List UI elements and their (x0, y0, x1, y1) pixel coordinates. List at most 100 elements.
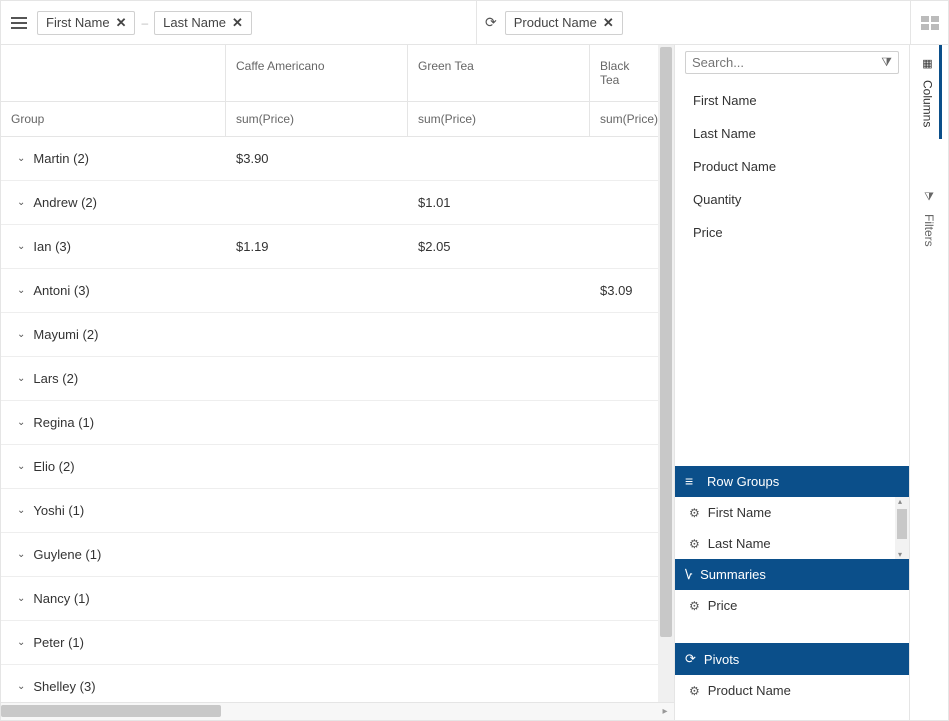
group-cell[interactable]: ⌄Shelley (3) (1, 679, 226, 694)
table-row[interactable]: ⌄Yoshi (1) (1, 489, 674, 533)
tab-filters[interactable]: ⧩ Filters (918, 179, 940, 259)
toolbar-apps-button[interactable] (910, 1, 948, 44)
scrollbar-thumb[interactable] (1, 705, 221, 717)
group-cell[interactable]: ⌄Antoni (3) (1, 283, 226, 298)
chevron-down-icon: ⌄ (17, 197, 25, 208)
data-cell: $2.05 (408, 239, 590, 254)
pivots-icon (685, 651, 696, 667)
group-label: Elio (2) (33, 459, 74, 474)
row-group-item[interactable]: ⚙Last Name (675, 528, 909, 559)
group-cell[interactable]: ⌄Nancy (1) (1, 591, 226, 606)
chevron-down-icon: ⌄ (17, 505, 25, 516)
table-row[interactable]: ⌄Lars (2) (1, 357, 674, 401)
row-groups-section-header[interactable]: Row Groups (675, 466, 909, 497)
grid-body[interactable]: ⌄Martin (2)$3.90⌄Andrew (2)$1.01⌄Ian (3)… (1, 137, 674, 702)
row-group-item[interactable]: ⚙First Name (675, 497, 909, 528)
chevron-down-icon: ⌄ (17, 153, 25, 164)
table-row[interactable]: ⌄Regina (1) (1, 401, 674, 445)
group-column-header[interactable] (1, 45, 226, 101)
close-icon[interactable]: ✕ (116, 15, 127, 31)
pivots-section-header[interactable]: Pivots (675, 643, 909, 675)
table-row[interactable]: ⌄Shelley (3) (1, 665, 674, 702)
available-columns-list: First NameLast NameProduct NameQuantityP… (675, 80, 909, 253)
horizontal-scrollbar[interactable]: ◂ ▸ (1, 702, 674, 720)
close-icon[interactable]: ✕ (232, 15, 243, 31)
group-chip-last-name[interactable]: Last Name ✕ (154, 11, 252, 35)
filter-icon[interactable]: ⧩ (881, 55, 892, 70)
column-headers-row: Caffe Americano Green Tea Black Tea (1, 45, 674, 102)
group-cell[interactable]: ⌄Yoshi (1) (1, 503, 226, 518)
chip-label: Product Name (514, 15, 597, 30)
table-row[interactable]: ⌄Nancy (1) (1, 577, 674, 621)
chip-label: First Name (46, 15, 110, 30)
chip-separator: – (141, 16, 148, 30)
group-cell[interactable]: ⌄Regina (1) (1, 415, 226, 430)
group-cell[interactable]: ⌄Martin (2) (1, 151, 226, 166)
group-label: Antoni (3) (33, 283, 89, 298)
summaries-section-header[interactable]: Summaries (675, 559, 909, 590)
column-header[interactable]: Black Tea (590, 45, 660, 101)
data-cell: $3.09 (590, 283, 660, 298)
group-label: Andrew (2) (33, 195, 97, 210)
gear-icon: ⚙ (689, 684, 700, 698)
group-label: Peter (1) (33, 635, 84, 650)
column-list-item[interactable]: Price (675, 216, 909, 249)
group-header-label: Group (1, 102, 226, 136)
agg-header: sum(Price) (226, 102, 408, 136)
scroll-right-icon[interactable]: ▸ (658, 705, 672, 717)
table-row[interactable]: ⌄ Mayumi (2) (1, 313, 674, 357)
column-list-item[interactable]: Product Name (675, 150, 909, 183)
group-label: Mayumi (2) (33, 327, 98, 342)
group-label: Lars (2) (33, 371, 78, 386)
refresh-icon[interactable]: ⟳ (485, 14, 497, 31)
group-cell[interactable]: ⌄ Andrew (2) (1, 195, 226, 210)
chevron-down-icon: ⌄ (17, 329, 25, 340)
column-header[interactable]: Caffe Americano (226, 45, 408, 101)
column-list-item[interactable]: First Name (675, 84, 909, 117)
summaries-icon (685, 567, 692, 582)
group-cell[interactable]: ⌄Lars (2) (1, 371, 226, 386)
pivot-chip-product-name[interactable]: Product Name ✕ (505, 11, 623, 35)
chevron-down-icon: ⌄ (17, 241, 25, 252)
section-scrollbar[interactable]: ▴▾ (895, 497, 909, 559)
chevron-down-icon: ⌄ (17, 593, 25, 604)
row-groups-section-body: ⚙First Name ⚙Last Name ▴▾ (675, 497, 909, 559)
top-toolbar: First Name ✕ – Last Name ✕ ⟳ Product Nam… (1, 1, 948, 45)
side-tabs-rail: ▦ Columns ⧩ Filters (910, 45, 948, 720)
section-title: Row Groups (707, 474, 779, 489)
table-row[interactable]: ⌄ Guylene (1) (1, 533, 674, 577)
tab-columns[interactable]: ▦ Columns (917, 45, 942, 139)
table-row[interactable]: ⌄ Peter (1) (1, 621, 674, 665)
chevron-down-icon: ⌄ (17, 681, 25, 692)
table-row[interactable]: ⌄Andrew (2)$1.01 (1, 181, 674, 225)
table-row[interactable]: ⌄Antoni (3) $3.09 (1, 269, 674, 313)
pivot-item[interactable]: ⚙Product Name (675, 675, 909, 706)
pivots-bar: ⟳ Product Name ✕ (477, 1, 910, 44)
group-cell[interactable]: ⌄ Mayumi (2) (1, 327, 226, 342)
group-cell[interactable]: ⌄ Peter (1) (1, 635, 226, 650)
close-icon[interactable]: ✕ (603, 15, 614, 31)
section-title: Summaries (700, 567, 766, 582)
group-chip-first-name[interactable]: First Name ✕ (37, 11, 135, 35)
row-groups-bar: First Name ✕ – Last Name ✕ (1, 1, 477, 44)
column-search[interactable]: ⧩ (685, 51, 899, 74)
column-list-item[interactable]: Quantity (675, 183, 909, 216)
vertical-scrollbar[interactable] (658, 45, 674, 702)
summary-item[interactable]: ⚙Price (675, 590, 909, 621)
chevron-down-icon: ⌄ (17, 637, 25, 648)
group-cell[interactable]: ⌄ Guylene (1) (1, 547, 226, 562)
group-label: Regina (1) (33, 415, 94, 430)
gear-icon: ⚙ (689, 599, 700, 613)
search-input[interactable] (692, 55, 881, 70)
section-title: Pivots (704, 652, 739, 667)
group-cell[interactable]: ⌄Elio (2) (1, 459, 226, 474)
hamburger-icon (11, 17, 27, 29)
chevron-down-icon: ⌄ (17, 549, 25, 560)
group-cell[interactable]: ⌄Ian (3) (1, 239, 226, 254)
table-row[interactable]: ⌄Ian (3)$1.19$2.05 (1, 225, 674, 269)
column-list-item[interactable]: Last Name (675, 117, 909, 150)
group-label: Guylene (1) (33, 547, 101, 562)
table-row[interactable]: ⌄Elio (2) (1, 445, 674, 489)
table-row[interactable]: ⌄Martin (2)$3.90 (1, 137, 674, 181)
column-header[interactable]: Green Tea (408, 45, 590, 101)
